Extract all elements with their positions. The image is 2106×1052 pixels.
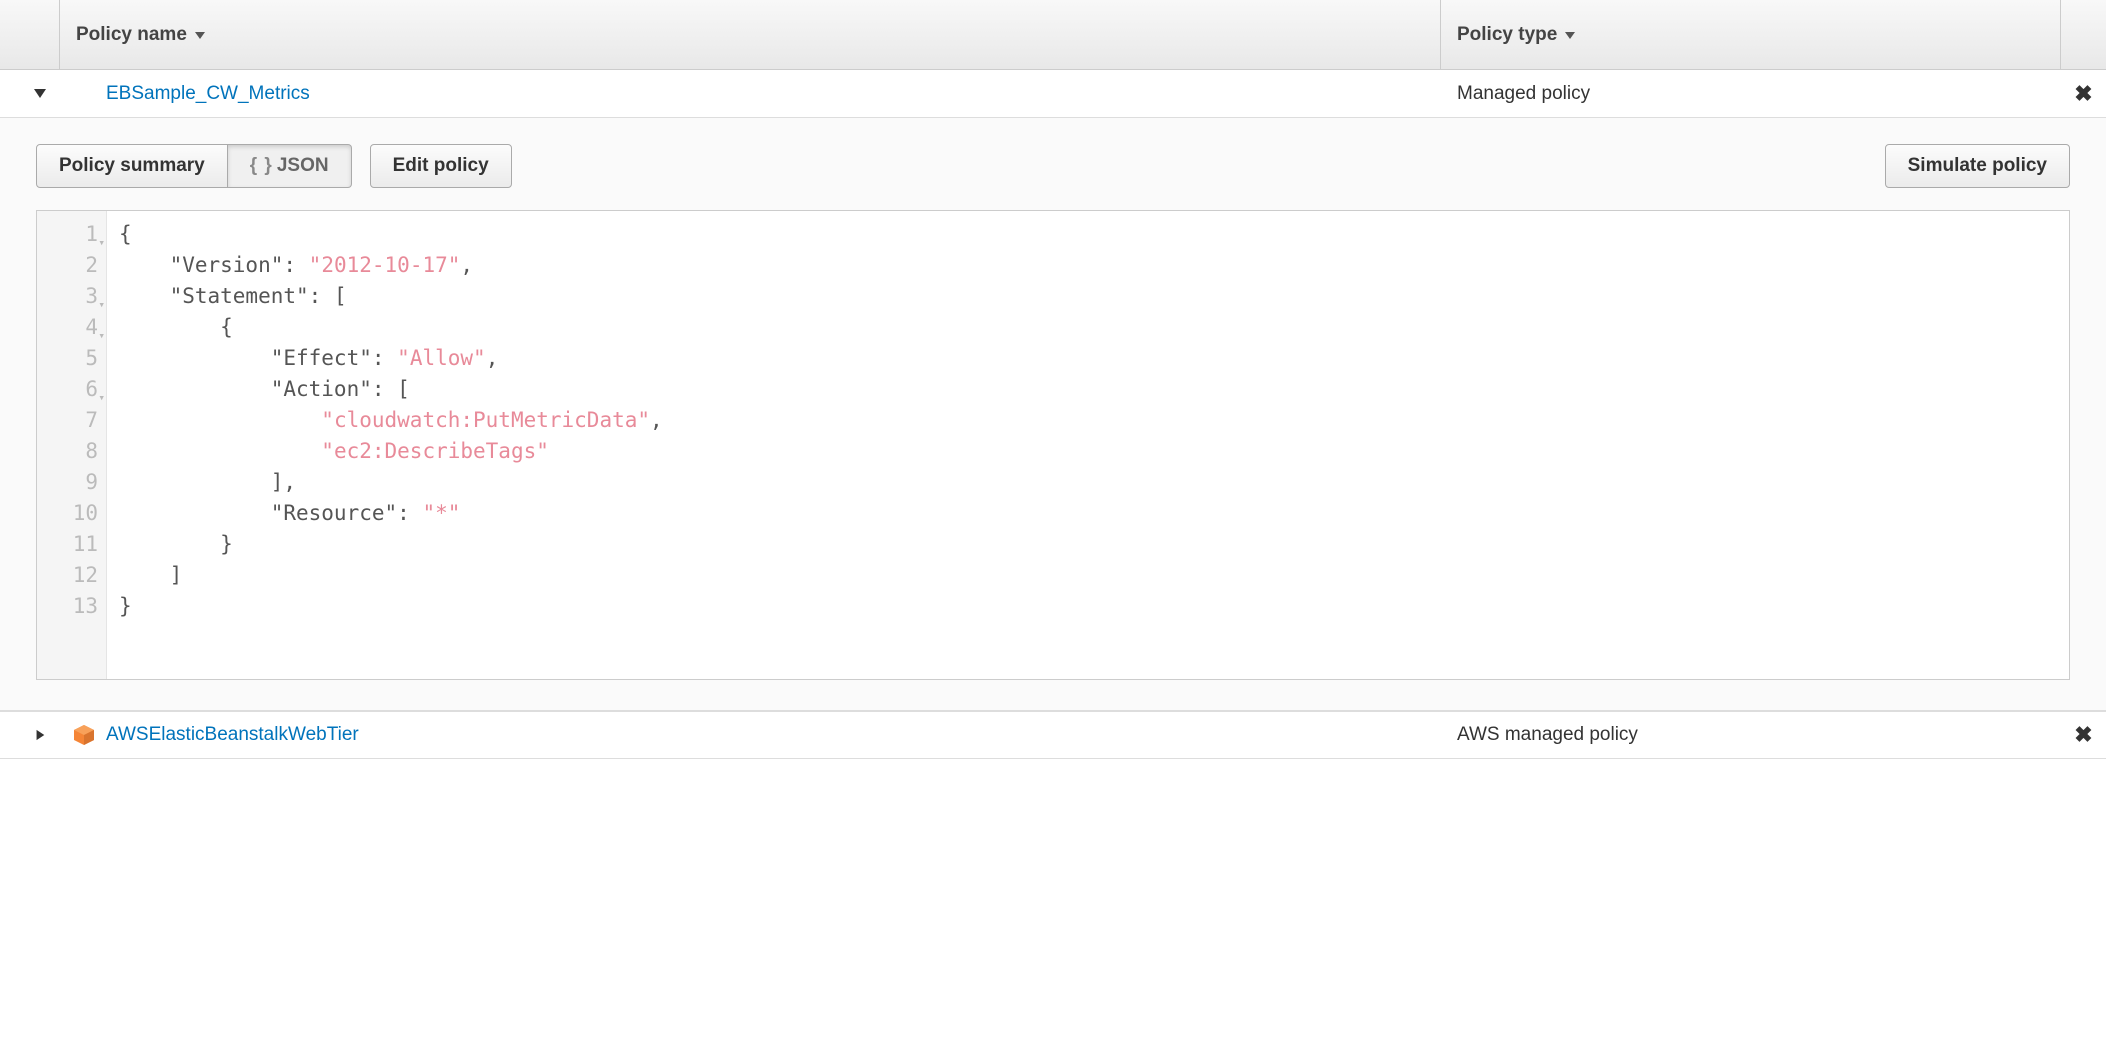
close-icon: ✖ — [2074, 722, 2092, 747]
table-row: AWSElasticBeanstalkWebTier AWS managed p… — [0, 711, 2106, 759]
sort-caret-icon — [1563, 24, 1577, 45]
edit-policy-button[interactable]: Edit policy — [370, 144, 512, 188]
code-content: { "Version": "2012-10-17", "Statement": … — [107, 211, 675, 679]
header-policy-type[interactable]: Policy type — [1441, 0, 2061, 69]
aws-managed-icon — [72, 723, 96, 747]
json-tab-label: JSON — [277, 155, 329, 176]
policy-type-cell: Managed policy — [1441, 83, 2061, 105]
json-tab[interactable]: { }JSON — [228, 144, 352, 188]
close-icon: ✖ — [2074, 81, 2092, 106]
caret-down-icon — [33, 83, 47, 104]
header-policy-type-label: Policy type — [1457, 24, 1557, 46]
expand-toggle[interactable] — [0, 83, 60, 104]
table-header: Policy name Policy type — [0, 0, 2106, 70]
caret-right-icon — [33, 725, 47, 746]
policy-summary-tab[interactable]: Policy summary — [36, 144, 228, 188]
policy-name-link[interactable]: EBSample_CW_Metrics — [106, 83, 310, 105]
policy-name-cell: AWSElasticBeanstalkWebTier — [60, 723, 1441, 747]
header-policy-name[interactable]: Policy name — [60, 0, 1441, 69]
policy-type-cell: AWS managed policy — [1441, 724, 2061, 746]
policy-toolbar: Policy summary { }JSON Edit policy Simul… — [36, 144, 2070, 188]
detach-button[interactable]: ✖ — [2061, 722, 2106, 748]
header-policy-name-label: Policy name — [76, 24, 187, 46]
header-expand-col — [0, 0, 60, 69]
sort-caret-icon — [193, 24, 207, 45]
policy-name-cell: EBSample_CW_Metrics — [60, 83, 1441, 105]
detach-button[interactable]: ✖ — [2061, 81, 2106, 107]
view-toggle-group: Policy summary { }JSON — [36, 144, 352, 188]
table-row: EBSample_CW_Metrics Managed policy ✖ — [0, 70, 2106, 118]
policy-detail-panel: Policy summary { }JSON Edit policy Simul… — [0, 118, 2106, 711]
line-gutter: 1▾23▾4▾56▾78910111213 — [37, 211, 107, 679]
header-actions-col — [2061, 0, 2106, 69]
simulate-policy-button[interactable]: Simulate policy — [1885, 144, 2070, 188]
policy-name-link[interactable]: AWSElasticBeanstalkWebTier — [106, 724, 359, 746]
json-editor[interactable]: 1▾23▾4▾56▾78910111213 { "Version": "2012… — [36, 210, 2070, 680]
braces-icon: { } — [250, 155, 273, 176]
expand-toggle[interactable] — [0, 725, 60, 746]
